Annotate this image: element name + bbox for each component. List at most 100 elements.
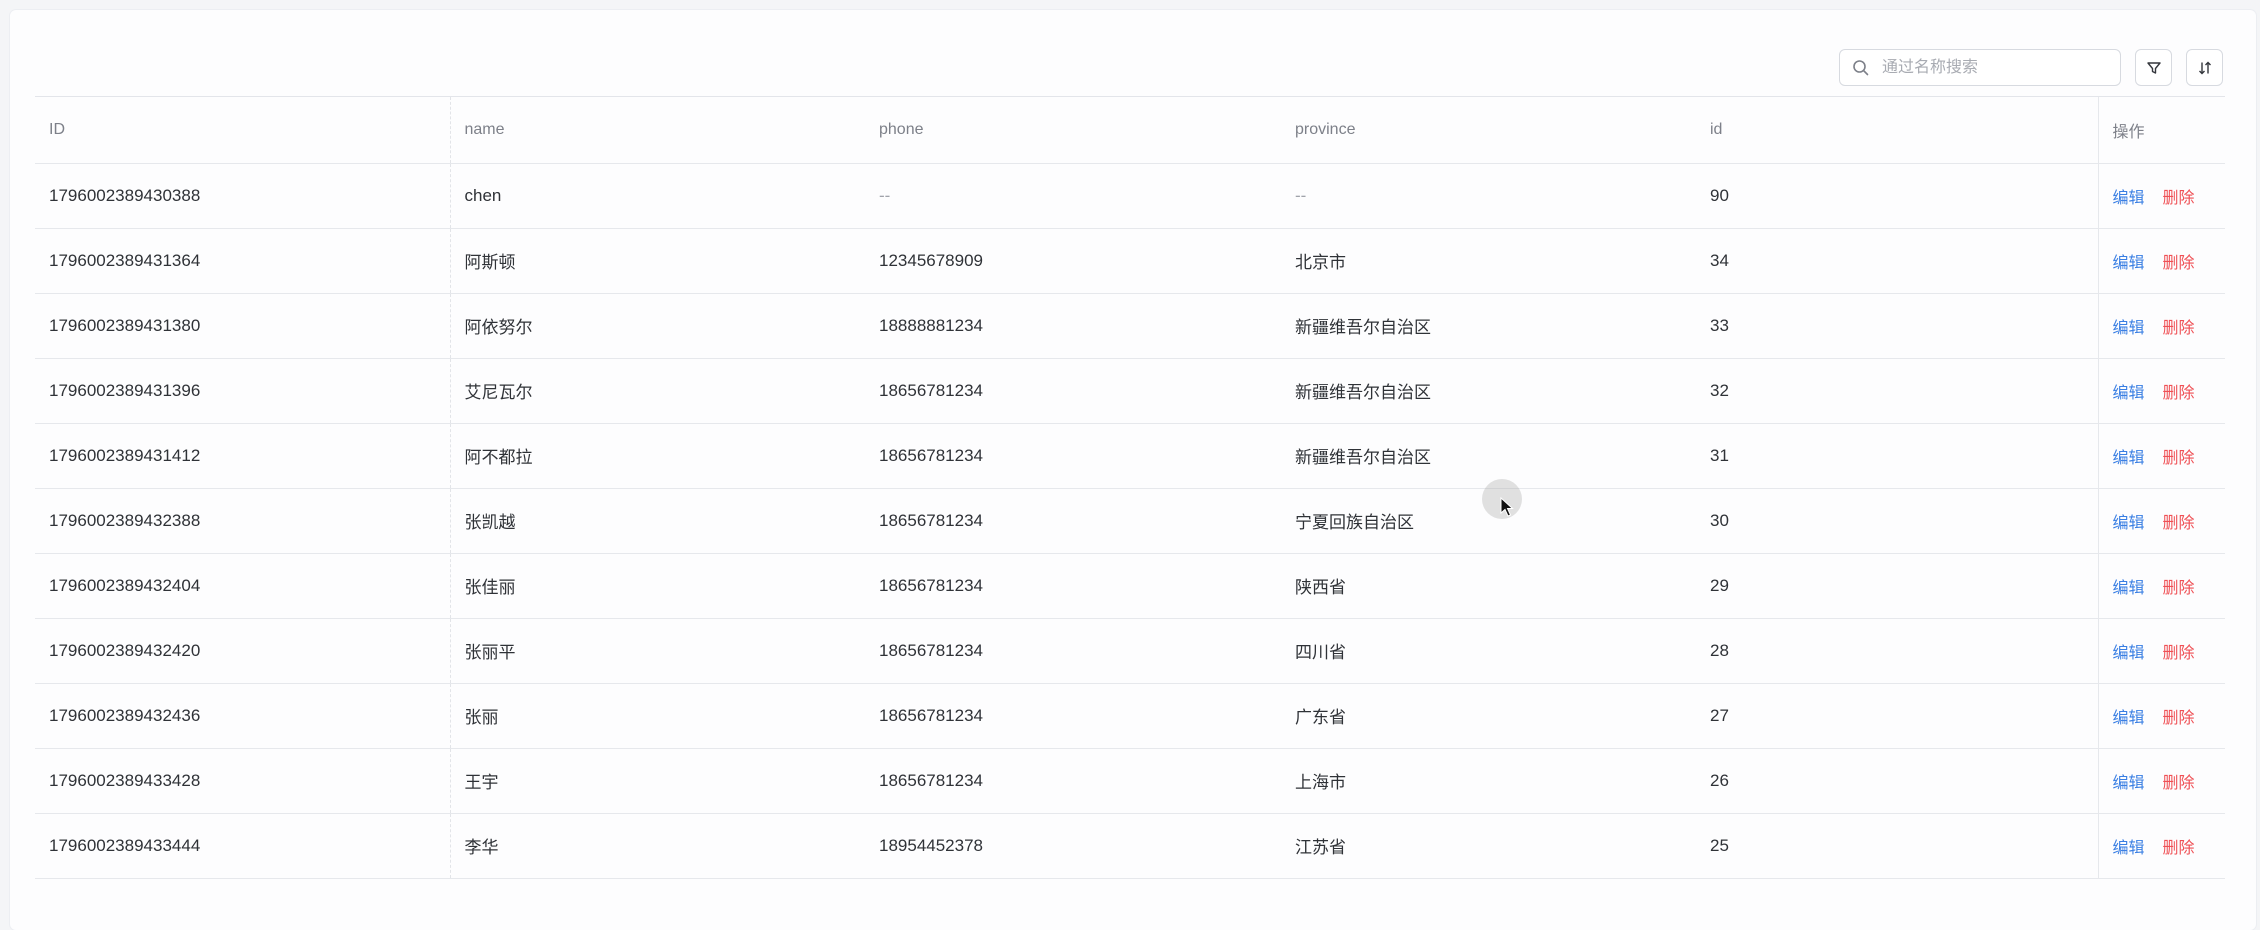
table-row[interactable]: 1796002389433444 李华 18954452378 江苏省 25 编辑 删除 — [35, 813, 2225, 879]
cell-phone: 18656781234 — [865, 358, 1281, 424]
cell-id: 26 — [1696, 748, 2098, 814]
edit-link[interactable]: 编辑 — [2113, 450, 2145, 467]
cell-actions: 编辑 删除 — [2097, 813, 2225, 879]
delete-link[interactable]: 删除 — [2163, 190, 2195, 207]
cell-actions: 编辑 删除 — [2097, 358, 2225, 424]
mouse-cursor-icon — [1500, 496, 1514, 522]
search-input[interactable] — [1880, 57, 2114, 78]
cell-actions: 编辑 删除 — [2097, 683, 2225, 749]
table-body: 1796002389430388 chen -- -- 90 编辑 删除 1796002389… — [35, 163, 2225, 879]
cell-province: 广东省 — [1281, 683, 1696, 749]
cell-actions: 编辑 删除 — [2097, 618, 2225, 684]
cell-id-record: 1796002389433444 — [35, 813, 451, 879]
edit-link[interactable]: 编辑 — [2113, 515, 2145, 532]
cell-actions: 编辑 删除 — [2097, 553, 2225, 619]
cell-id-record: 1796002389431396 — [35, 358, 451, 424]
cell-id: 25 — [1696, 813, 2098, 879]
cell-id: 34 — [1696, 228, 2098, 294]
cell-name: 张凯越 — [450, 488, 865, 554]
column-header-ID[interactable]: ID — [35, 97, 451, 164]
cell-province: 江苏省 — [1281, 813, 1696, 879]
cell-id: 32 — [1696, 358, 2098, 424]
edit-link[interactable]: 编辑 — [2113, 710, 2145, 727]
delete-link[interactable]: 删除 — [2163, 255, 2195, 272]
data-table: ID name phone province id 操作 17960023894… — [35, 97, 2225, 879]
delete-link[interactable]: 删除 — [2163, 775, 2195, 792]
cell-id-record: 1796002389431380 — [35, 293, 451, 359]
cell-id: 27 — [1696, 683, 2098, 749]
table-row[interactable]: 1796002389432420 张丽平 18656781234 四川省 28 编辑 删除 — [35, 618, 2225, 684]
table-row[interactable]: 1796002389433428 王宇 18656781234 上海市 26 编辑 删除 — [35, 748, 2225, 814]
delete-link[interactable]: 删除 — [2163, 580, 2195, 597]
cell-name: 张佳丽 — [450, 553, 865, 619]
edit-link[interactable]: 编辑 — [2113, 775, 2145, 792]
edit-link[interactable]: 编辑 — [2113, 255, 2145, 272]
cell-phone: 18656781234 — [865, 423, 1281, 489]
cell-province: -- — [1281, 163, 1696, 229]
cell-id-record: 1796002389432436 — [35, 683, 451, 749]
cell-name: chen — [450, 163, 865, 229]
cell-phone: 18656781234 — [865, 553, 1281, 619]
cell-phone: 18954452378 — [865, 813, 1281, 879]
table-row[interactable]: 1796002389432388 张凯越 18656781234 宁夏回族自治区 30 编… — [35, 488, 2225, 554]
table-row[interactable]: 1796002389432436 张丽 18656781234 广东省 27 编辑 删除 — [35, 683, 2225, 749]
delete-link[interactable]: 删除 — [2163, 515, 2195, 532]
cell-province: 新疆维吾尔自治区 — [1281, 293, 1696, 359]
table-row[interactable]: 1796002389431364 阿斯顿 12345678909 北京市 34 编辑 删除 — [35, 228, 2225, 294]
cell-name: 艾尼瓦尔 — [450, 358, 865, 424]
cell-actions: 编辑 删除 — [2097, 293, 2225, 359]
cell-id-record: 1796002389431364 — [35, 228, 451, 294]
delete-link[interactable]: 删除 — [2163, 840, 2195, 857]
table-header-row: ID name phone province id 操作 — [35, 97, 2225, 164]
filter-button[interactable] — [2135, 49, 2172, 86]
delete-link[interactable]: 删除 — [2163, 450, 2195, 467]
cell-id: 90 — [1696, 163, 2098, 229]
table-row[interactable]: 1796002389430388 chen -- -- 90 编辑 删除 — [35, 163, 2225, 229]
data-table-wrapper: ID name phone province id 操作 17960023894… — [35, 96, 2225, 879]
edit-link[interactable]: 编辑 — [2113, 580, 2145, 597]
edit-link[interactable]: 编辑 — [2113, 385, 2145, 402]
cell-phone: -- — [865, 163, 1281, 229]
edit-link[interactable]: 编辑 — [2113, 840, 2145, 857]
edit-link[interactable]: 编辑 — [2113, 645, 2145, 662]
column-header-province[interactable]: province — [1281, 97, 1696, 164]
sort-button[interactable] — [2186, 49, 2223, 86]
cell-actions: 编辑 删除 — [2097, 488, 2225, 554]
cell-province: 新疆维吾尔自治区 — [1281, 358, 1696, 424]
cell-province: 北京市 — [1281, 228, 1696, 294]
column-header-id[interactable]: id — [1696, 97, 2098, 164]
sort-icon — [2197, 60, 2213, 76]
edit-link[interactable]: 编辑 — [2113, 320, 2145, 337]
delete-link[interactable]: 删除 — [2163, 385, 2195, 402]
edit-link[interactable]: 编辑 — [2113, 190, 2145, 207]
cell-name: 王宇 — [450, 748, 865, 814]
column-header-name[interactable]: name — [450, 97, 865, 164]
cell-phone: 18888881234 — [865, 293, 1281, 359]
table-toolbar — [1839, 49, 2223, 86]
cell-id: 33 — [1696, 293, 2098, 359]
table-row[interactable]: 1796002389431396 艾尼瓦尔 18656781234 新疆维吾尔自治区 3… — [35, 358, 2225, 424]
cell-phone: 18656781234 — [865, 618, 1281, 684]
cell-province: 上海市 — [1281, 748, 1696, 814]
cell-id-record: 1796002389430388 — [35, 163, 451, 229]
cell-province: 新疆维吾尔自治区 — [1281, 423, 1696, 489]
delete-link[interactable]: 删除 — [2163, 320, 2195, 337]
cell-id-record: 1796002389432404 — [35, 553, 451, 619]
cell-phone: 18656781234 — [865, 488, 1281, 554]
column-header-phone[interactable]: phone — [865, 97, 1281, 164]
cell-id: 30 — [1696, 488, 2098, 554]
table-row[interactable]: 1796002389431380 阿依努尔 18888881234 新疆维吾尔自治区 3… — [35, 293, 2225, 359]
cell-province: 陕西省 — [1281, 553, 1696, 619]
delete-link[interactable]: 删除 — [2163, 645, 2195, 662]
cell-actions: 编辑 删除 — [2097, 163, 2225, 229]
delete-link[interactable]: 删除 — [2163, 710, 2195, 727]
search-box[interactable] — [1839, 49, 2121, 86]
cell-name: 阿斯顿 — [450, 228, 865, 294]
cell-phone: 18656781234 — [865, 748, 1281, 814]
cell-id-record: 1796002389432420 — [35, 618, 451, 684]
table-row[interactable]: 1796002389432404 张佳丽 18656781234 陕西省 29 编辑 删除 — [35, 553, 2225, 619]
table-row[interactable]: 1796002389431412 阿不都拉 18656781234 新疆维吾尔自治区 3… — [35, 423, 2225, 489]
cell-id-record: 1796002389431412 — [35, 423, 451, 489]
cell-id: 28 — [1696, 618, 2098, 684]
cell-id: 31 — [1696, 423, 2098, 489]
